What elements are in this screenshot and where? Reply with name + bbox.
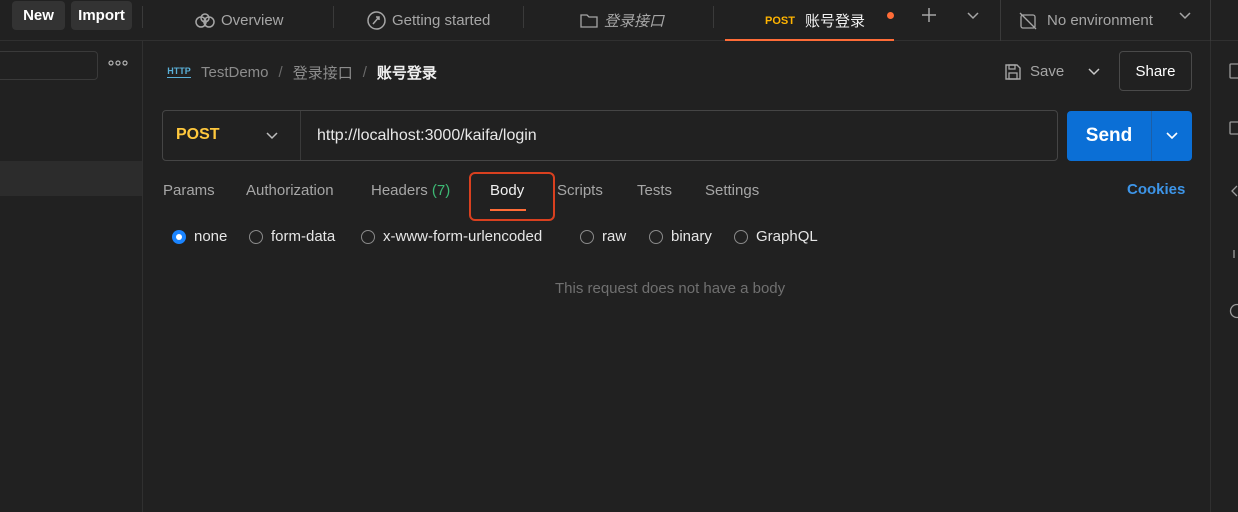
radio-binary[interactable]: binary [649, 228, 712, 245]
radio-x-www-form-urlencoded[interactable]: x-www-form-urlencoded [361, 228, 542, 245]
info-icon[interactable] [1229, 246, 1238, 260]
method-select[interactable]: POST [163, 111, 301, 160]
sidebar-selected-item[interactable] [0, 161, 142, 196]
radio-button[interactable] [361, 229, 375, 244]
divider [333, 6, 334, 28]
tab-authorization[interactable]: Authorization [246, 182, 334, 199]
tab-headers[interactable]: Headers (7) [371, 182, 450, 199]
breadcrumb-separator: / [278, 63, 283, 81]
tab-scripts[interactable]: Scripts [557, 182, 603, 199]
tab-getting-started[interactable]: Getting started [367, 0, 490, 41]
divider [142, 6, 143, 28]
radio-label: raw [602, 228, 627, 245]
radio-label: none [194, 228, 228, 245]
send-button-group: Send [1067, 111, 1192, 161]
documentation-icon[interactable] [1229, 63, 1238, 79]
method-label: POST [176, 126, 220, 143]
cookies-link[interactable]: Cookies [1127, 181, 1185, 198]
breadcrumb-collection[interactable]: TestDemo [201, 64, 269, 81]
send-button[interactable]: Send [1067, 111, 1151, 161]
tab-label: 登录接口 [604, 13, 665, 30]
environment-chevron-icon[interactable] [1175, 6, 1195, 26]
breadcrumb-request-name[interactable]: 账号登录 [377, 62, 437, 83]
top-bar: New Import Overview Getting started 登录接口… [0, 0, 1238, 41]
tab-active-request[interactable]: POST 账号登录 [765, 0, 865, 41]
share-button[interactable]: Share [1119, 51, 1192, 91]
history-icon[interactable] [1229, 303, 1238, 319]
radio-button[interactable] [649, 229, 663, 244]
divider [523, 6, 524, 28]
divider [713, 6, 714, 28]
request-url-bar: POST [162, 110, 1058, 161]
right-sidebar [1210, 41, 1238, 512]
folder-icon [580, 14, 598, 28]
divider [1000, 0, 1001, 41]
more-options-icon[interactable] [108, 55, 130, 75]
tab-headers-label: Headers [371, 182, 428, 199]
divider [1210, 0, 1211, 41]
breadcrumb-separator: / [362, 63, 367, 81]
environment-selector[interactable]: No environment [1019, 0, 1153, 41]
breadcrumb: HTTP TestDemo / 登录接口 / 账号登录 [167, 58, 437, 86]
radio-none[interactable]: none [172, 228, 227, 245]
comments-icon[interactable] [1229, 121, 1238, 135]
radio-raw[interactable]: raw [580, 228, 626, 245]
radio-button[interactable] [580, 229, 594, 244]
save-icon [1005, 63, 1021, 80]
active-tab-underline [725, 39, 894, 41]
headers-count-badge: (7) [431, 182, 451, 199]
breadcrumb-folder[interactable]: 登录接口 [293, 62, 353, 83]
chevron-down-icon [266, 132, 278, 140]
tab-settings[interactable]: Settings [705, 182, 759, 199]
save-label: Save [1030, 63, 1065, 80]
radio-label: binary [671, 228, 712, 245]
code-icon[interactable] [1229, 184, 1238, 198]
tab-label: Overview [221, 12, 284, 29]
no-environment-icon [1019, 12, 1037, 29]
radio-label: GraphQL [756, 228, 818, 245]
save-button[interactable]: Save [1004, 58, 1064, 85]
body-tab-highlight-box [469, 172, 555, 221]
plus-icon[interactable] [918, 4, 940, 26]
url-input[interactable] [317, 124, 1037, 148]
tab-label: Getting started [392, 12, 491, 29]
sidebar-search-input[interactable] [0, 51, 98, 80]
unsaved-dot [887, 12, 894, 19]
tab-params[interactable]: Params [163, 182, 215, 199]
send-options-chevron-icon[interactable] [1152, 111, 1192, 161]
tab-overview[interactable]: Overview [195, 0, 284, 41]
environment-label: No environment [1047, 12, 1153, 29]
empty-body-message: This request does not have a body [555, 280, 786, 297]
new-button[interactable]: New [12, 1, 65, 30]
tab-method: POST [765, 14, 795, 27]
rocket-icon [367, 11, 386, 30]
http-request-icon: HTTP [167, 66, 191, 78]
tab-folder[interactable]: 登录接口 [580, 0, 664, 41]
radio-button[interactable] [249, 229, 263, 244]
radio-label: x-www-form-urlencoded [383, 228, 543, 245]
overview-icon [195, 12, 215, 28]
left-sidebar [0, 41, 143, 512]
radio-button[interactable] [172, 229, 186, 244]
tab-label: 账号登录 [804, 13, 865, 30]
radio-label: form-data [271, 228, 336, 245]
chevron-down-icon[interactable] [963, 6, 983, 26]
radio-form-data[interactable]: form-data [249, 228, 335, 245]
save-options-chevron-icon[interactable] [1083, 58, 1105, 85]
import-button[interactable]: Import [71, 1, 132, 30]
radio-button[interactable] [734, 229, 748, 244]
radio-graphql[interactable]: GraphQL [734, 228, 818, 245]
tab-tests[interactable]: Tests [637, 182, 672, 199]
